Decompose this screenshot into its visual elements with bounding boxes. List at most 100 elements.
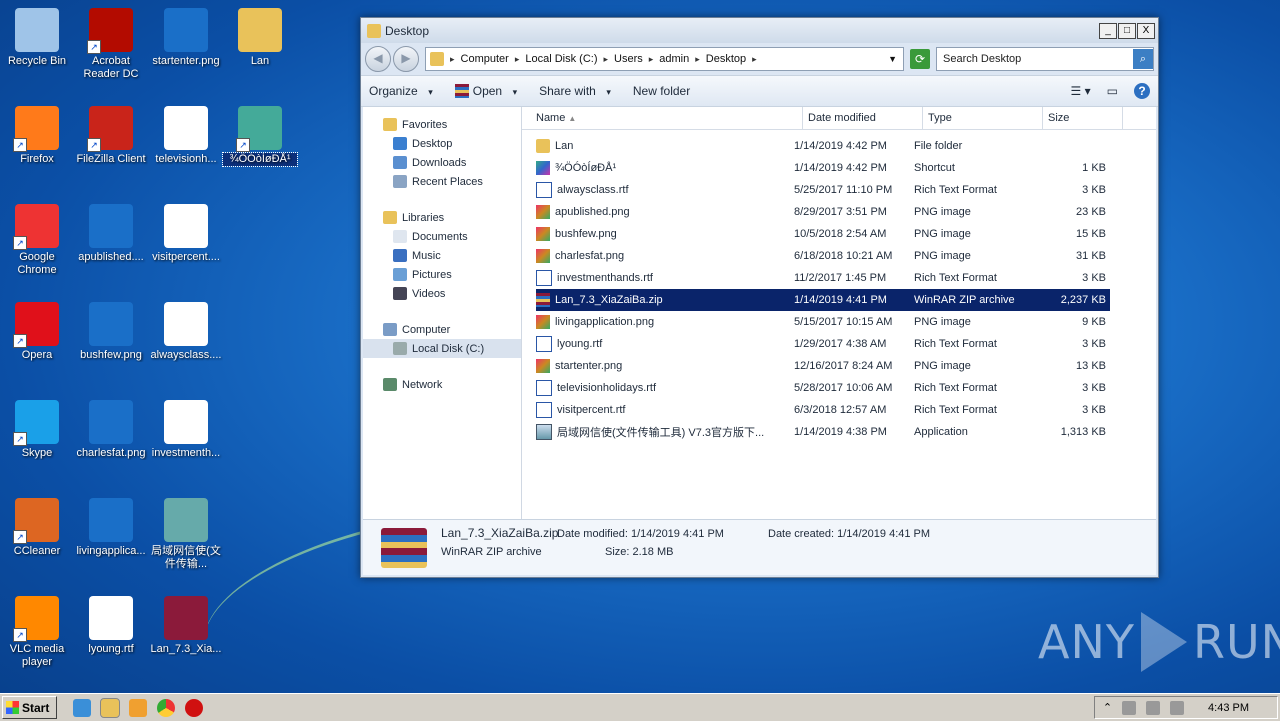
desktop-icon-item[interactable]: ↗ Google Chrome xyxy=(0,204,74,277)
desktop-icon-item[interactable]: ↗ VLC media player xyxy=(0,596,74,669)
desktop-icon-item[interactable]: televisionh... xyxy=(149,106,223,166)
explorer-taskbar-icon[interactable] xyxy=(100,697,120,718)
media-player-icon[interactable] xyxy=(129,698,147,717)
internet-explorer-icon[interactable] xyxy=(73,698,91,717)
start-button[interactable]: Start xyxy=(2,696,57,719)
desktop-icon-item[interactable]: visitpercent.... xyxy=(149,204,223,264)
file-row[interactable]: livingapplication.png 5/15/2017 10:15 AM P… xyxy=(536,311,1110,333)
nav-videos[interactable]: Videos xyxy=(363,284,521,303)
file-type-icon xyxy=(536,182,552,198)
breadcrumb-local-disk[interactable]: Local Disk (C:) xyxy=(525,53,597,65)
explorer-window[interactable]: Desktop _ □ X ◀ ▶ ▸ Computer ▸ Local Disk … xyxy=(360,17,1159,578)
address-bar[interactable]: ▸ Computer ▸ Local Disk (C:) ▸ Users ▸ admin… xyxy=(425,47,904,71)
column-size[interactable]: Size xyxy=(1043,107,1123,129)
desktop-icon-item[interactable]: ↗ CCleaner xyxy=(0,498,74,558)
nav-pictures[interactable]: Pictures xyxy=(363,265,521,284)
column-name[interactable]: Name ▲ xyxy=(522,107,803,129)
column-type[interactable]: Type xyxy=(923,107,1043,129)
desktop-icon-item[interactable]: investmenth... xyxy=(149,400,223,460)
desktop-icon-item[interactable]: ↗ Skype xyxy=(0,400,74,460)
nav-desktop[interactable]: Desktop xyxy=(363,134,521,153)
clock[interactable]: 4:43 PM xyxy=(1208,702,1249,714)
file-row[interactable]: ¾ÖÓòÍøÐÅ¹ 1/14/2019 4:42 PM Shortcut 1 KB xyxy=(536,157,1110,179)
nav-recent-places[interactable]: Recent Places xyxy=(363,172,521,191)
desktop-icon-item[interactable]: Lan_7.3_Xia... xyxy=(149,596,223,656)
action-center-flag-icon[interactable] xyxy=(1122,700,1137,715)
share-with-button[interactable]: Share with xyxy=(539,84,611,98)
nav-favorites[interactable]: Favorites xyxy=(363,115,521,134)
view-options-icon[interactable]: ☰ ▾ xyxy=(1071,84,1091,98)
desktop-icon-item[interactable]: ↗ FileZilla Client xyxy=(74,106,148,166)
nav-music[interactable]: Music xyxy=(363,246,521,265)
breadcrumb-computer[interactable]: Computer xyxy=(461,53,509,65)
maximize-button[interactable]: □ xyxy=(1118,22,1136,39)
file-row[interactable]: Lan 1/14/2019 4:42 PM File folder xyxy=(536,135,1110,157)
network-tray-icon[interactable] xyxy=(1146,700,1161,715)
nav-libraries[interactable]: Libraries xyxy=(363,208,521,227)
breadcrumb-admin[interactable]: admin xyxy=(659,53,689,65)
desktop-icon-item[interactable]: 局域网信使(文件传输... xyxy=(149,498,223,571)
new-folder-button[interactable]: New folder xyxy=(633,84,690,98)
file-row[interactable]: charlesfat.png 6/18/2018 10:21 AM PNG imag… xyxy=(536,245,1110,267)
search-input[interactable]: Search Desktop xyxy=(937,53,1133,65)
desktop-icon-item[interactable]: Recycle Bin xyxy=(0,8,74,68)
file-name: Lan_7.3_XiaZaiBa.zip xyxy=(555,294,663,306)
file-row[interactable]: startenter.png 12/16/2017 8:24 AM PNG imag… xyxy=(536,355,1110,377)
column-date-modified[interactable]: Date modified xyxy=(803,107,923,129)
desktop-icon-label: charlesfat.png xyxy=(76,447,146,459)
nav-documents[interactable]: Documents xyxy=(363,227,521,246)
close-button[interactable]: X xyxy=(1137,22,1155,39)
desktop-icon-item[interactable]: charlesfat.png xyxy=(74,400,148,460)
desktop-icon-item[interactable]: Lan xyxy=(223,8,297,68)
documents-icon xyxy=(393,230,407,243)
file-row[interactable]: Lan_7.3_XiaZaiBa.zip 1/14/2019 4:41 PM Win… xyxy=(536,289,1110,311)
nav-network[interactable]: Network xyxy=(363,375,521,394)
shortcut-arrow-icon: ↗ xyxy=(13,334,27,348)
file-row[interactable]: apublished.png 8/29/2017 3:51 PM PNG image… xyxy=(536,201,1110,223)
breadcrumb-desktop[interactable]: Desktop xyxy=(706,53,746,65)
desktop-icon-item[interactable]: apublished.... xyxy=(74,204,148,264)
search-icon[interactable]: ⌕ xyxy=(1133,49,1153,69)
address-dropdown-icon[interactable]: ▼ xyxy=(888,54,897,64)
preview-pane-icon[interactable]: ▭ xyxy=(1107,84,1118,98)
file-name: bushfew.png xyxy=(555,228,617,240)
nav-local-disk[interactable]: Local Disk (C:) xyxy=(363,339,521,358)
desktop-icon-item[interactable]: ↗ Opera xyxy=(0,302,74,362)
desktop-icon-item[interactable]: ↗ Acrobat Reader DC xyxy=(74,8,148,81)
forward-button[interactable]: ▶ xyxy=(393,46,419,72)
desktop-icon-item[interactable]: livingapplica... xyxy=(74,498,148,558)
file-row[interactable]: investmenthands.rtf 11/2/2017 1:45 PM Rich… xyxy=(536,267,1110,289)
file-date: 6/3/2018 12:57 AM xyxy=(794,404,887,416)
back-button[interactable]: ◀ xyxy=(365,46,391,72)
volume-icon[interactable] xyxy=(1170,700,1185,715)
file-row[interactable]: lyoung.rtf 1/29/2017 4:38 AM Rich Text For… xyxy=(536,333,1110,355)
nav-downloads[interactable]: Downloads xyxy=(363,153,521,172)
file-size: 13 KB xyxy=(1076,360,1106,372)
title-bar[interactable]: Desktop _ □ X xyxy=(361,18,1158,43)
file-row[interactable]: televisionholidays.rtf 5/28/2017 10:06 AM… xyxy=(536,377,1110,399)
open-button[interactable]: Open xyxy=(454,84,517,98)
stop-icon[interactable] xyxy=(185,698,203,717)
chrome-taskbar-icon[interactable] xyxy=(157,698,175,717)
desktop-icon-item[interactable]: ↗ ¾ÖÓòÍøÐÅ¹ xyxy=(222,106,298,167)
desktop-icon-item[interactable]: lyoung.rtf xyxy=(74,596,148,656)
help-icon[interactable]: ? xyxy=(1134,83,1150,99)
breadcrumb-users[interactable]: Users xyxy=(614,53,643,65)
minimize-button[interactable]: _ xyxy=(1099,22,1117,39)
desktop-icon-item[interactable]: ↗ Firefox xyxy=(0,106,74,166)
nav-computer[interactable]: Computer xyxy=(363,320,521,339)
file-row[interactable]: visitpercent.rtf 6/3/2018 12:57 AM Rich Te… xyxy=(536,399,1110,421)
file-row[interactable]: bushfew.png 10/5/2018 2:54 AM PNG image 15 … xyxy=(536,223,1110,245)
file-type: Rich Text Format xyxy=(914,338,997,350)
refresh-button[interactable]: ⟳ xyxy=(910,49,930,69)
desktop-icon-item[interactable]: bushfew.png xyxy=(74,302,148,362)
desktop-icon-item[interactable]: alwaysclass.... xyxy=(149,302,223,362)
file-row[interactable]: alwaysclass.rtf 5/25/2017 11:10 PM Rich Te… xyxy=(536,179,1110,201)
file-row[interactable]: 局域网信使(文件传输工具) V7.3官方版下... 1/14/2019 4:38 … xyxy=(536,421,1110,443)
show-hidden-icons-icon[interactable]: ⌃ xyxy=(1103,701,1112,714)
search-box[interactable]: Search Desktop ⌕ xyxy=(936,47,1154,71)
desktop-icon-item[interactable]: startenter.png xyxy=(149,8,223,68)
command-bar: Organize Open Share with New folder ☰ ▾ … xyxy=(361,75,1158,107)
organize-button[interactable]: Organize xyxy=(369,84,433,98)
nav-label: Documents xyxy=(412,230,468,243)
